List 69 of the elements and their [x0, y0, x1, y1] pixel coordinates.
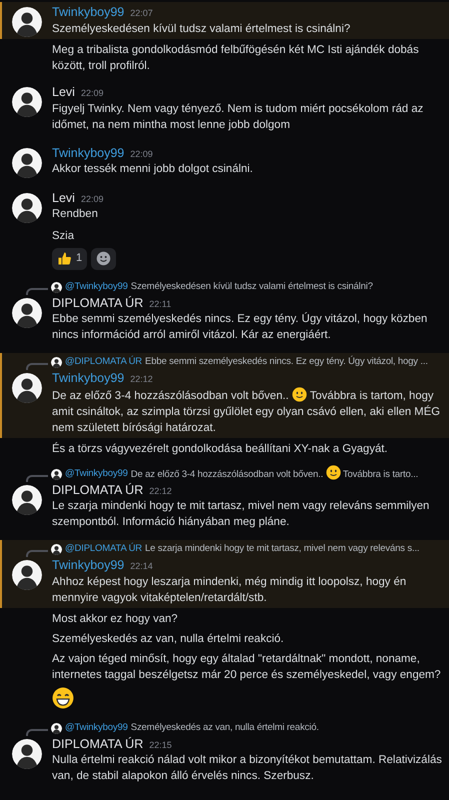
reply-mention[interactable]: @DIPLOMATA ÚR — [65, 355, 142, 370]
timestamp: 22:07 — [130, 7, 153, 20]
smiley-icon — [96, 251, 112, 266]
message-text: Nulla értelmi reakció nálad volt mikor a bizonyítékot bemutattam. Relativizálás van, de stabil alapokon álló érvelés nincs. Szerbusz. — [52, 753, 443, 784]
reply-preview[interactable]: Le szarja mindenki hogy te mit tartasz, mivel nem vagy releváns s... — [145, 542, 420, 557]
avatar[interactable] — [12, 192, 42, 222]
author-name[interactable]: DIPLOMATA ÚR — [52, 736, 144, 752]
avatar[interactable] — [12, 148, 42, 178]
author-name[interactable]: DIPLOMATA ÚR — [52, 294, 144, 310]
timestamp: 22:09 — [80, 192, 104, 206]
reply-preview[interactable]: Személyeskedés az van, nulla értelmi reakció. — [130, 720, 319, 736]
avatar[interactable] — [51, 544, 62, 555]
message-text: És a törzs vágyvezérelt gondolkodása beállítani XY-nak a Gyagyát. — [52, 441, 389, 456]
timestamp: 22:15 — [149, 738, 172, 752]
reply-connector — [26, 550, 48, 557]
message-text: Személyeskedésen kívül tudsz valami értelmest is csinálni? — [52, 22, 350, 36]
author-name[interactable]: Twinkyboy99 — [52, 370, 124, 386]
author-name[interactable]: Twinkyboy99 — [52, 4, 124, 20]
author-name[interactable]: DIPLOMATA ÚR — [52, 482, 144, 498]
reply-mention[interactable]: @Twinkyboy99 — [65, 720, 128, 736]
timestamp: 22:14 — [130, 560, 153, 573]
avatar[interactable] — [51, 722, 62, 734]
message-text: Ahhoz képest hogy leszarja mindenki, még mindig itt loopolsz, hogy én mennyire vagyok vitaképtelen/retardált/stb. — [52, 574, 408, 606]
author-name[interactable]: Twinkyboy99 — [52, 144, 124, 160]
timestamp: 22:12 — [130, 373, 153, 386]
reply-connector — [26, 474, 48, 482]
timestamp: 22:11 — [149, 298, 172, 310]
reply-connector — [26, 728, 48, 736]
avatar[interactable] — [12, 7, 42, 37]
add-reaction-button[interactable] — [91, 248, 116, 270]
author-name[interactable]: Levi — [52, 190, 75, 206]
message-text: Rendben — [52, 207, 99, 222]
reply-mention[interactable]: @Twinkyboy99 — [65, 466, 128, 482]
message-text: Meg a tribalista gondolkodásmód felbűfögésén két MC Isti ajándék dobás között, troll profilról. — [52, 43, 420, 74]
avatar[interactable] — [12, 87, 42, 117]
message-text: Ebbe semmi személyeskedés nincs. Ez egy tény. Úgy vitázol, hogy közben nincs információd arról amiről vitázol. Kár az energiáért. — [52, 311, 428, 343]
reply-preview[interactable]: Személyeskedésen kívül tudsz valami értelmest is csinálni? — [130, 280, 373, 294]
avatar[interactable] — [12, 298, 42, 328]
timestamp: 22:09 — [130, 148, 153, 160]
message-text: Le szarja mindenki hogy te mit tartasz, mivel nem vagy releváns semmilyen szempontból. Információ hiányában meg pláne. — [52, 499, 430, 530]
reply-mention[interactable]: @DIPLOMATA ÚR — [65, 542, 142, 557]
smiling-emoji-icon — [326, 465, 341, 480]
avatar[interactable] — [51, 282, 62, 292]
reply-mention[interactable]: @Twinkyboy99 — [65, 280, 128, 294]
avatar[interactable] — [12, 738, 42, 768]
reply-connector — [26, 363, 48, 370]
reply-preview[interactable]: De az előző 3-4 hozzászólásodban volt bőven.. Továbbra is tarto... — [130, 465, 418, 483]
avatar[interactable] — [51, 468, 62, 480]
reaction-button[interactable]: 1 — [52, 248, 88, 270]
grinning-emoji-icon — [52, 686, 74, 708]
message-text: Személyeskedés az van, nulla értelmi reakció. — [52, 632, 285, 646]
message-text: Szia — [52, 228, 75, 244]
reply-preview[interactable]: Ebbe semmi személyeskedés nincs. Ez egy tény. Úgy vitázol, hogy ... — [145, 355, 428, 370]
author-name[interactable]: Twinkyboy99 — [52, 557, 124, 573]
avatar[interactable] — [12, 373, 42, 403]
message-text: Az vajon téged minősít, hogy egy általad "retardáltnak" mondott, noname, internetes taggal beszélgetsz már 20 perce és személyeskedel, vagy engem? — [52, 652, 442, 682]
message-text: Figyelj Twinky. Nem vagy tényező. Nem is tudom miért pocsékolom rád az időmet, na nem mintha most lenne jobb dolgom — [52, 102, 424, 132]
thumbs-up-icon — [57, 251, 72, 266]
avatar[interactable] — [51, 357, 62, 368]
author-name[interactable]: Levi — [52, 84, 75, 100]
timestamp: 22:12 — [149, 484, 172, 498]
message-text: Most akkor ez hogy van? — [52, 612, 179, 626]
message-text: Akkor tessék menni jobb dolgot csinálni. — [52, 162, 253, 177]
reply-connector — [26, 288, 48, 294]
avatar[interactable] — [12, 484, 42, 514]
message-text: De az előző 3-4 hozzászólásodban volt bőven.. Továbbra is tartom, hogy amit csináltok, az szimpla törzsi gyűlölet egy olyan csávó ellen, aki ellen MÉG nem született bírósági határozat. — [52, 386, 445, 436]
smiling-emoji-icon — [292, 386, 307, 402]
timestamp: 22:09 — [80, 87, 104, 100]
avatar[interactable] — [12, 560, 42, 590]
